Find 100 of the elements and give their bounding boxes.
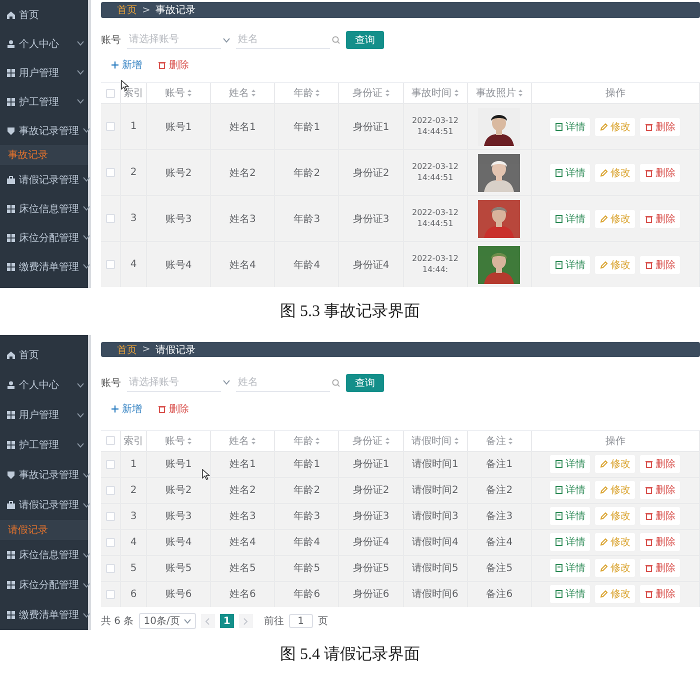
sidebar-item[interactable]: 事故记录管理 [0,460,88,490]
column-header[interactable]: 账号 [165,86,186,100]
sidebar-item[interactable]: 护工管理 [0,87,88,116]
submenu-item[interactable]: 请假记录 [0,520,88,540]
checkbox[interactable] [106,168,115,177]
table-cell-text: 请假时间2 [412,484,458,498]
checkbox[interactable] [106,512,115,521]
column-header[interactable]: 年龄 [293,434,314,448]
page-size-select[interactable]: 10条/页 [138,613,196,630]
checkbox[interactable] [106,460,115,469]
briefcase-icon [7,176,15,184]
column-header[interactable]: 身份证 [352,86,383,100]
detail-button[interactable]: 详情 [550,164,590,182]
sidebar-item[interactable]: 请假记录管理 [0,490,88,520]
checkbox[interactable] [106,538,115,547]
column-header[interactable]: 姓名 [229,86,250,100]
delete-button[interactable]: 删除 [640,585,680,604]
account-select[interactable]: 请选择账号 [127,31,221,49]
name-field[interactable]: 姓名 [236,374,330,392]
delete-button[interactable]: 删除 [640,533,680,552]
edit-button[interactable]: 修改 [595,481,636,500]
column-header[interactable]: 请假时间 [412,434,452,448]
sidebar-item[interactable]: 事故记录管理 [0,116,88,145]
sidebar-item[interactable]: 护工管理 [0,430,88,460]
page-number[interactable]: 1 [220,614,234,628]
column-header: 索引 [124,434,144,448]
checkbox[interactable] [106,436,115,446]
column-header[interactable]: 事故照片 [476,86,516,100]
table-cell-text: 身份证5 [352,562,390,576]
checkbox[interactable] [106,214,115,223]
column-header[interactable]: 事故时间 [412,86,452,100]
checkbox[interactable] [106,88,115,98]
checkbox[interactable] [106,122,115,131]
account-select[interactable]: 请选择账号 [127,374,221,392]
edit-button[interactable]: 修改 [595,455,636,474]
sort-icon [508,436,513,445]
delete-button[interactable]: 删除 [640,256,680,274]
delete-button[interactable]: 删除 [640,210,680,228]
previous-page-button[interactable] [200,614,215,628]
detail-button[interactable]: 详情 [550,118,590,136]
chevron-down-icon [83,472,90,478]
name-field[interactable]: 姓名 [236,31,330,49]
edit-button[interactable]: 修改 [595,210,636,228]
sidebar-item[interactable]: 首页 [0,340,88,370]
breadcrumb-link[interactable]: 首页 [117,342,137,357]
page-input[interactable]: 1 [288,614,313,628]
detail-button[interactable]: 详情 [550,585,590,604]
person-icon [7,381,15,389]
checkbox[interactable] [106,590,115,599]
edit-button[interactable]: 修改 [595,585,636,604]
column-header[interactable]: 身份证 [352,434,383,448]
detail-button[interactable]: 详情 [550,455,590,474]
detail-button[interactable]: 详情 [550,256,590,274]
table-cell-text: 姓名2 [230,166,256,180]
column-header[interactable]: 姓名 [229,434,250,448]
sidebar-item[interactable]: 用户管理 [0,58,88,87]
sidebar-item[interactable]: 用户管理 [0,400,88,430]
checkbox[interactable] [106,564,115,573]
next-page-button[interactable] [238,614,253,628]
sidebar-item[interactable]: 个人中心 [0,29,88,58]
sidebar-item[interactable]: 床位分配管理 [0,570,88,600]
detail-button[interactable]: 详情 [550,210,590,228]
delete-button[interactable]: 删除 [640,455,680,474]
edit-button[interactable]: 修改 [595,164,636,182]
sidebar-item[interactable]: 床位分配管理 [0,223,88,252]
detail-button[interactable]: 详情 [550,559,590,578]
goto-label: 前往 [264,614,284,628]
sidebar-item[interactable]: 首页 [0,0,88,29]
delete-button[interactable]: 删除 [640,559,680,578]
column-header[interactable]: 年龄 [293,86,314,100]
column-header[interactable]: 账号 [165,434,186,448]
sidebar-item[interactable]: 缴费清单管理 [0,600,88,630]
breadcrumb-link[interactable]: 首页 [117,3,137,17]
checkbox[interactable] [106,486,115,495]
edit-button[interactable]: 修改 [595,559,636,578]
sidebar-item[interactable]: 床位信息管理 [0,540,88,570]
edit-button[interactable]: 修改 [595,507,636,526]
edit-button[interactable]: 修改 [595,118,636,136]
sidebar-item[interactable]: 缴费清单管理 [0,252,88,281]
sidebar-item[interactable]: 个人中心 [0,370,88,400]
search-button[interactable]: 查询 [346,31,384,49]
chevron-down-icon [83,235,90,240]
delete-button[interactable]: 删除 [640,481,680,500]
edit-button[interactable]: 修改 [595,256,636,274]
search-button[interactable]: 查询 [346,374,384,392]
delete-button[interactable]: 删除 [640,118,680,136]
sidebar-item[interactable]: 床位信息管理 [0,194,88,223]
checkbox[interactable] [106,260,115,269]
delete-button[interactable]: 删除 [640,164,680,182]
sidebar-item[interactable]: 请假记录管理 [0,165,88,194]
edit-button[interactable]: 修改 [595,533,636,552]
grid-icon [7,581,15,589]
column-header[interactable]: 备注 [486,434,506,448]
detail-button[interactable]: 详情 [550,533,590,552]
document-icon [555,486,564,494]
table-cell-text: 身份证6 [352,588,390,602]
detail-button[interactable]: 详情 [550,481,590,500]
submenu-item[interactable]: 事故记录 [0,145,88,165]
detail-button[interactable]: 详情 [550,507,590,526]
delete-button[interactable]: 删除 [640,507,680,526]
